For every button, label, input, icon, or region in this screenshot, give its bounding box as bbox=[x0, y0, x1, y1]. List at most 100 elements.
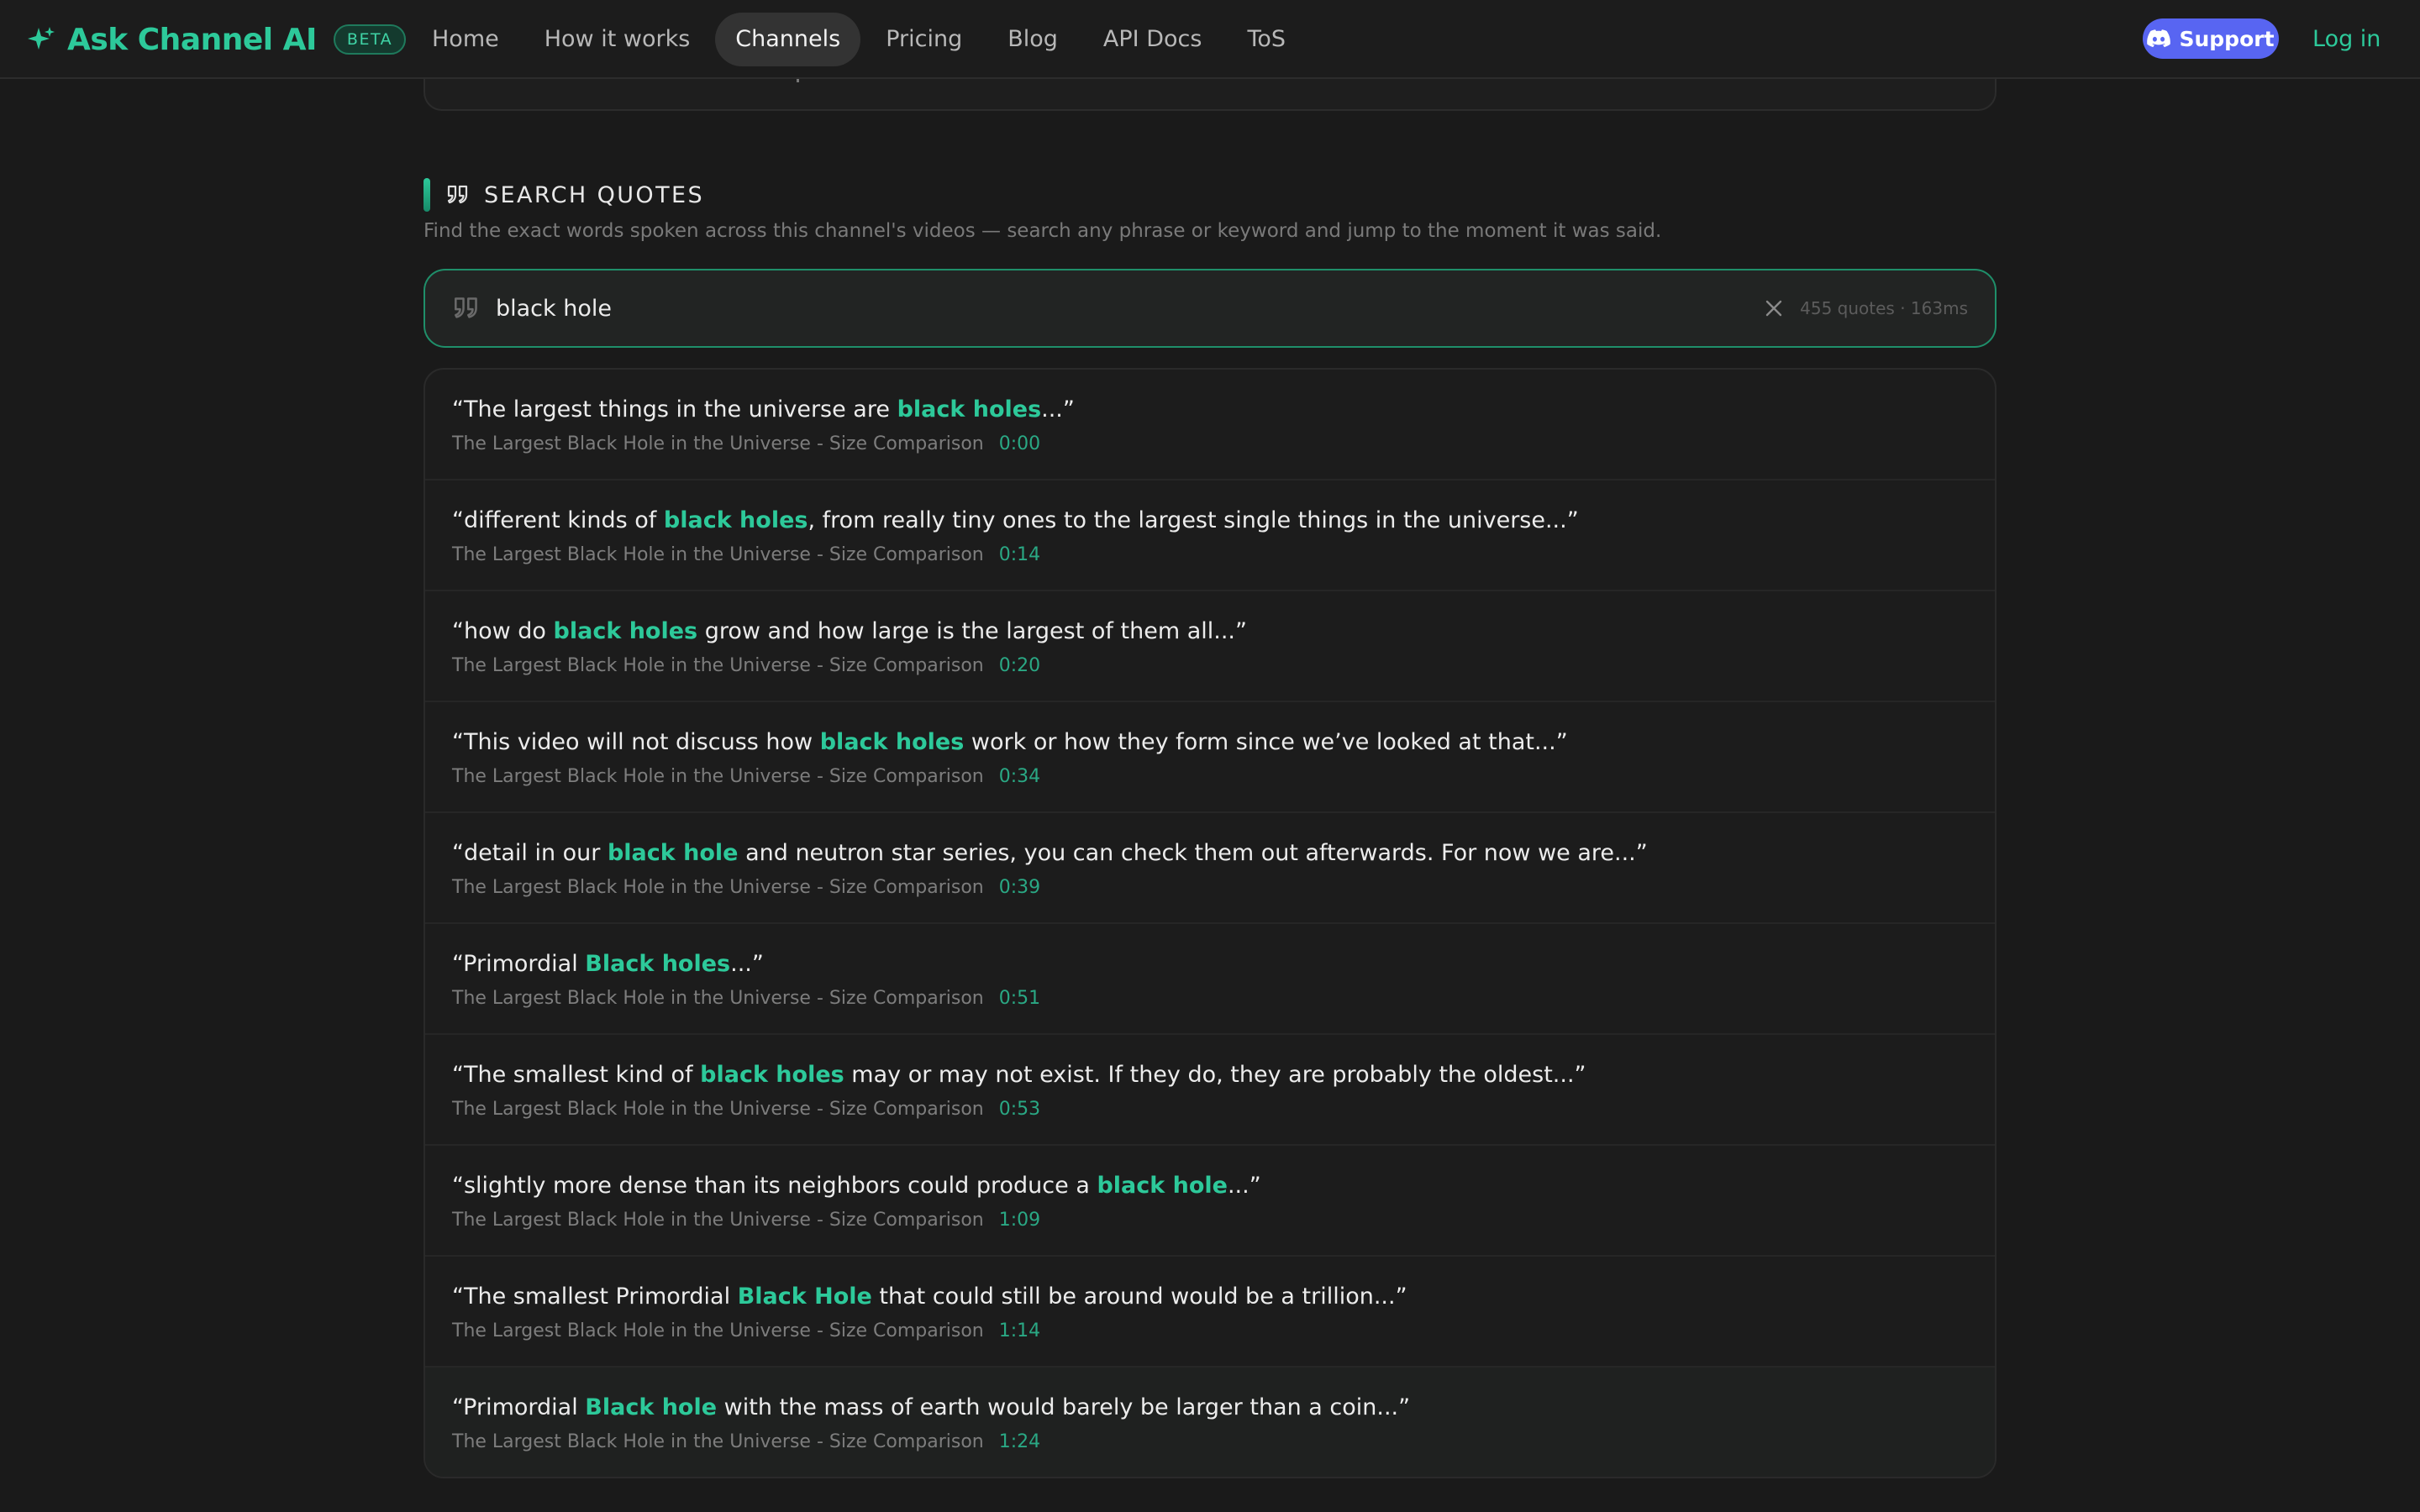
quote-result-row[interactable]: “how do black holes grow and how large i… bbox=[425, 591, 1995, 702]
nav-blog[interactable]: Blog bbox=[987, 13, 1078, 66]
quote-text-after: and neutron star series, you can check t… bbox=[738, 840, 1648, 866]
timestamp-link[interactable]: 1:14 bbox=[999, 1320, 1040, 1341]
quote-meta: The Largest Black Hole in the Universe -… bbox=[452, 1319, 1968, 1344]
beta-badge: BETA bbox=[333, 24, 407, 55]
quote-text-after: grow and how large is the largest of the… bbox=[697, 618, 1247, 644]
discord-icon bbox=[2147, 29, 2171, 48]
quote-result-row[interactable]: “This video will not discuss how black h… bbox=[425, 702, 1995, 813]
quote-highlight: black hole bbox=[607, 840, 739, 866]
quote-highlight: Black Hole bbox=[737, 1284, 872, 1310]
quote-meta: The Largest Black Hole in the Universe -… bbox=[452, 1430, 1968, 1455]
timestamp-link[interactable]: 0:00 bbox=[999, 433, 1040, 454]
section-title: SEARCH QUOTES bbox=[484, 181, 704, 208]
quote-highlight: black holes bbox=[897, 396, 1042, 423]
quote-highlight: Black holes bbox=[585, 951, 731, 977]
main-nav: Home How it works Channels Pricing Blog … bbox=[412, 13, 1311, 66]
timestamp-link[interactable]: 0:34 bbox=[999, 766, 1040, 787]
brand[interactable]: Ask Channel AI BETA bbox=[27, 0, 407, 79]
quote-result-row[interactable]: “The smallest Primordial Black Hole that… bbox=[425, 1257, 1995, 1368]
quote-text: “The smallest Primordial Black Hole that… bbox=[452, 1282, 1968, 1312]
video-title[interactable]: The Largest Black Hole in the Universe -… bbox=[452, 1431, 984, 1452]
quote-text: “how do black holes grow and how large i… bbox=[452, 617, 1968, 647]
video-title[interactable]: The Largest Black Hole in the Universe -… bbox=[452, 655, 984, 676]
quote-text-after: ...” bbox=[1227, 1173, 1261, 1199]
nav-channels[interactable]: Channels bbox=[715, 13, 861, 66]
login-link[interactable]: Log in bbox=[2312, 0, 2381, 79]
quote-meta: The Largest Black Hole in the Universe -… bbox=[452, 654, 1968, 679]
quote-meta: The Largest Black Hole in the Universe -… bbox=[452, 1208, 1968, 1233]
video-title[interactable]: The Largest Black Hole in the Universe -… bbox=[452, 1320, 984, 1341]
quote-highlight: black holes bbox=[663, 507, 808, 533]
quote-text-after: may or may not exist. If they do, they a… bbox=[844, 1062, 1586, 1088]
quote-meta: The Largest Black Hole in the Universe -… bbox=[452, 986, 1968, 1011]
quote-text-before: “detail in our bbox=[452, 840, 608, 866]
quote-meta: The Largest Black Hole in the Universe -… bbox=[452, 875, 1968, 900]
section-accent-bar bbox=[424, 178, 430, 212]
quote-meta: The Largest Black Hole in the Universe -… bbox=[452, 432, 1968, 457]
nav-tos[interactable]: ToS bbox=[1227, 13, 1306, 66]
top-navbar: Ask Channel AI BETA Home How it works Ch… bbox=[0, 0, 2420, 79]
quote-meta: The Largest Black Hole in the Universe -… bbox=[452, 1097, 1968, 1122]
timestamp-link[interactable]: 0:20 bbox=[999, 655, 1040, 676]
quote-result-row[interactable]: “detail in our black hole and neutron st… bbox=[425, 813, 1995, 924]
quote-highlight: black holes bbox=[700, 1062, 844, 1088]
search-input[interactable] bbox=[496, 295, 1765, 322]
quote-text: “Primordial Black holes...” bbox=[452, 949, 1968, 979]
quote-text: “This video will not discuss how black h… bbox=[452, 727, 1968, 758]
brand-name: Ask Channel AI bbox=[67, 22, 317, 57]
quote-result-row[interactable]: “different kinds of black holes, from re… bbox=[425, 480, 1995, 591]
quote-text-before: “how do bbox=[452, 618, 554, 644]
quote-highlight: black holes bbox=[819, 729, 965, 755]
quote-text-before: “The largest things in the universe are bbox=[452, 396, 897, 423]
timestamp-link[interactable]: 0:53 bbox=[999, 1099, 1040, 1120]
quote-text: “The smallest kind of black holes may or… bbox=[452, 1060, 1968, 1090]
quote-text-before: “Primordial bbox=[452, 951, 586, 977]
video-title[interactable]: The Largest Black Hole in the Universe -… bbox=[452, 766, 984, 787]
video-title[interactable]: The Largest Black Hole in the Universe -… bbox=[452, 544, 984, 565]
quote-text-after: work or how they form since we’ve looked… bbox=[964, 729, 1568, 755]
quote-text: “different kinds of black holes, from re… bbox=[452, 506, 1968, 536]
video-title[interactable]: The Largest Black Hole in the Universe -… bbox=[452, 1099, 984, 1120]
nav-api-docs[interactable]: API Docs bbox=[1083, 13, 1223, 66]
search-result-meta: 455 quotes · 163ms bbox=[1800, 298, 1968, 318]
video-title[interactable]: The Largest Black Hole in the Universe -… bbox=[452, 433, 984, 454]
timestamp-link[interactable]: 0:51 bbox=[999, 988, 1040, 1009]
quote-text-before: “slightly more dense than its neighbors … bbox=[452, 1173, 1097, 1199]
quote-text-after: ...” bbox=[730, 951, 764, 977]
close-icon[interactable] bbox=[1765, 299, 1783, 318]
quote-result-row[interactable]: “The largest things in the universe are … bbox=[425, 370, 1995, 480]
quote-result-row[interactable]: “slightly more dense than its neighbors … bbox=[425, 1146, 1995, 1257]
video-title[interactable]: The Largest Black Hole in the Universe -… bbox=[452, 1210, 984, 1231]
quote-text: “Primordial Black hole with the mass of … bbox=[452, 1393, 1968, 1423]
video-title[interactable]: The Largest Black Hole in the Universe -… bbox=[452, 988, 984, 1009]
quote-text-after: with the mass of earth would barely be l… bbox=[717, 1394, 1411, 1420]
quote-results-list: “The largest things in the universe are … bbox=[424, 368, 1996, 1478]
nav-pricing[interactable]: Pricing bbox=[865, 13, 982, 66]
quote-highlight: black holes bbox=[553, 618, 698, 644]
nav-home[interactable]: Home bbox=[412, 13, 519, 66]
quote-text: “detail in our black hole and neutron st… bbox=[452, 838, 1968, 869]
quote-text-before: “The smallest Primordial bbox=[452, 1284, 738, 1310]
quote-meta: The Largest Black Hole in the Universe -… bbox=[452, 543, 1968, 568]
quote-highlight: black hole bbox=[1097, 1173, 1228, 1199]
section-description: Find the exact words spoken across this … bbox=[424, 220, 1662, 242]
nav-how-it-works[interactable]: How it works bbox=[524, 13, 711, 66]
quote-text-after: ...” bbox=[1041, 396, 1075, 423]
timestamp-link[interactable]: 1:09 bbox=[999, 1210, 1040, 1231]
video-title[interactable]: The Largest Black Hole in the Universe -… bbox=[452, 877, 984, 898]
section-header: SEARCH QUOTES bbox=[424, 178, 704, 212]
quote-result-row[interactable]: “Primordial Black holes...” The Largest B… bbox=[425, 924, 1995, 1035]
timestamp-link[interactable]: 1:24 bbox=[999, 1431, 1040, 1452]
quote-result-row[interactable]: “Primordial Black hole with the mass of … bbox=[425, 1368, 1995, 1477]
timestamp-link[interactable]: 0:14 bbox=[999, 544, 1040, 565]
quote-search-box: 455 quotes · 163ms bbox=[424, 269, 1996, 348]
support-button[interactable]: Support bbox=[2143, 18, 2279, 59]
quote-icon bbox=[455, 297, 477, 318]
quote-meta: The Largest Black Hole in the Universe -… bbox=[452, 764, 1968, 790]
timestamp-link[interactable]: 0:39 bbox=[999, 877, 1040, 898]
quote-text-after: , from really tiny ones to the largest s… bbox=[808, 507, 1579, 533]
support-label: Support bbox=[2179, 26, 2275, 51]
quote-text-before: “different kinds of bbox=[452, 507, 664, 533]
quote-result-row[interactable]: “The smallest kind of black holes may or… bbox=[425, 1035, 1995, 1146]
sparkle-logo-icon bbox=[28, 27, 55, 50]
